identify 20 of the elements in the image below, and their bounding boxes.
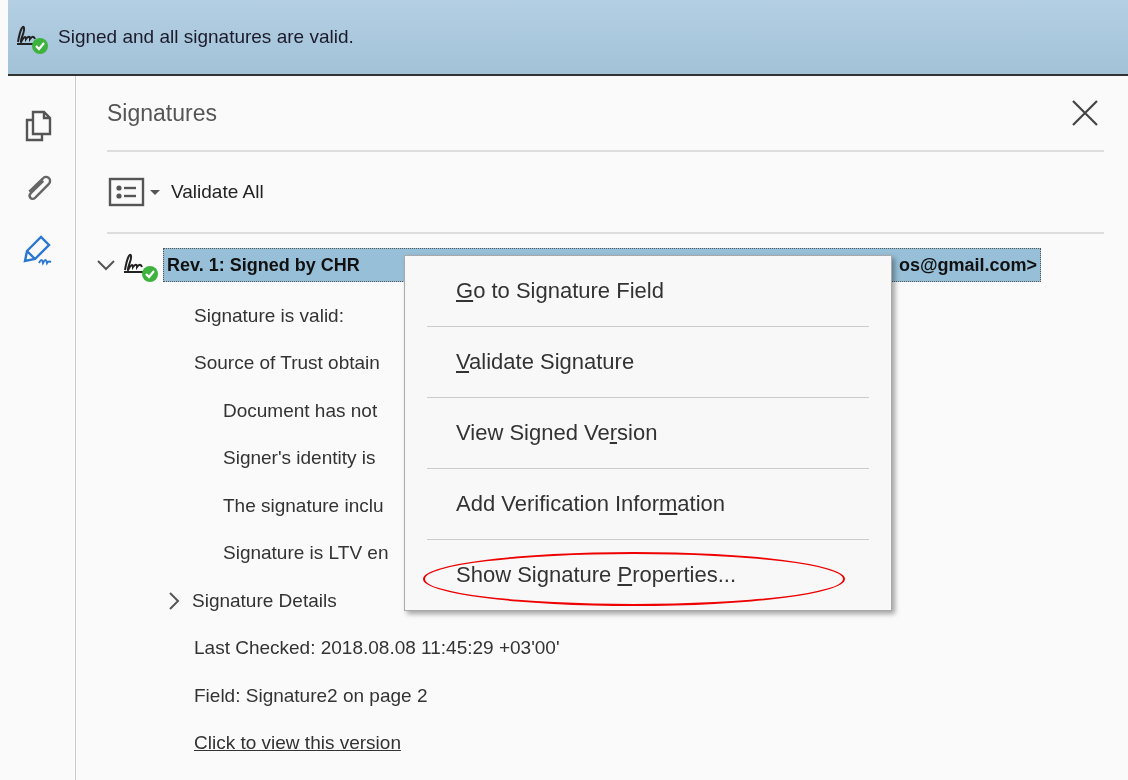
signature-status-text: The signature inclu [223, 494, 384, 517]
panel-title: Signatures [107, 99, 217, 127]
menu-item[interactable]: Show Signature Properties... [427, 562, 737, 588]
signature-status-text: Signer's identity is [223, 447, 376, 470]
menu-item[interactable]: Validate Signature [427, 349, 635, 375]
close-icon[interactable] [1070, 98, 1100, 128]
menu-item[interactable]: View Signed Version [427, 420, 658, 446]
validate-all-button[interactable]: Validate All [171, 181, 264, 203]
signature-status-text: Source of Trust obtain [194, 352, 380, 375]
status-text: Signed and all signatures are valid. [58, 26, 354, 48]
details-label[interactable]: Signature Details [192, 589, 337, 612]
signature-status-text: Signature is valid: [194, 304, 344, 327]
last-checked-text: Last Checked: 2018.08.08 11:45:29 +03'00' [193, 636, 561, 661]
menu-item[interactable]: Add Verification Information [427, 491, 726, 517]
menu-item[interactable]: Go to Signature Field [427, 278, 664, 304]
pages-icon [23, 109, 52, 143]
signature-status-text: Signature is LTV en [223, 542, 389, 565]
view-version-link[interactable]: Click to view this version [194, 732, 401, 755]
field-text: Field: Signature2 on page 2 [193, 683, 429, 708]
signature-status-text: Document has not [223, 399, 378, 422]
